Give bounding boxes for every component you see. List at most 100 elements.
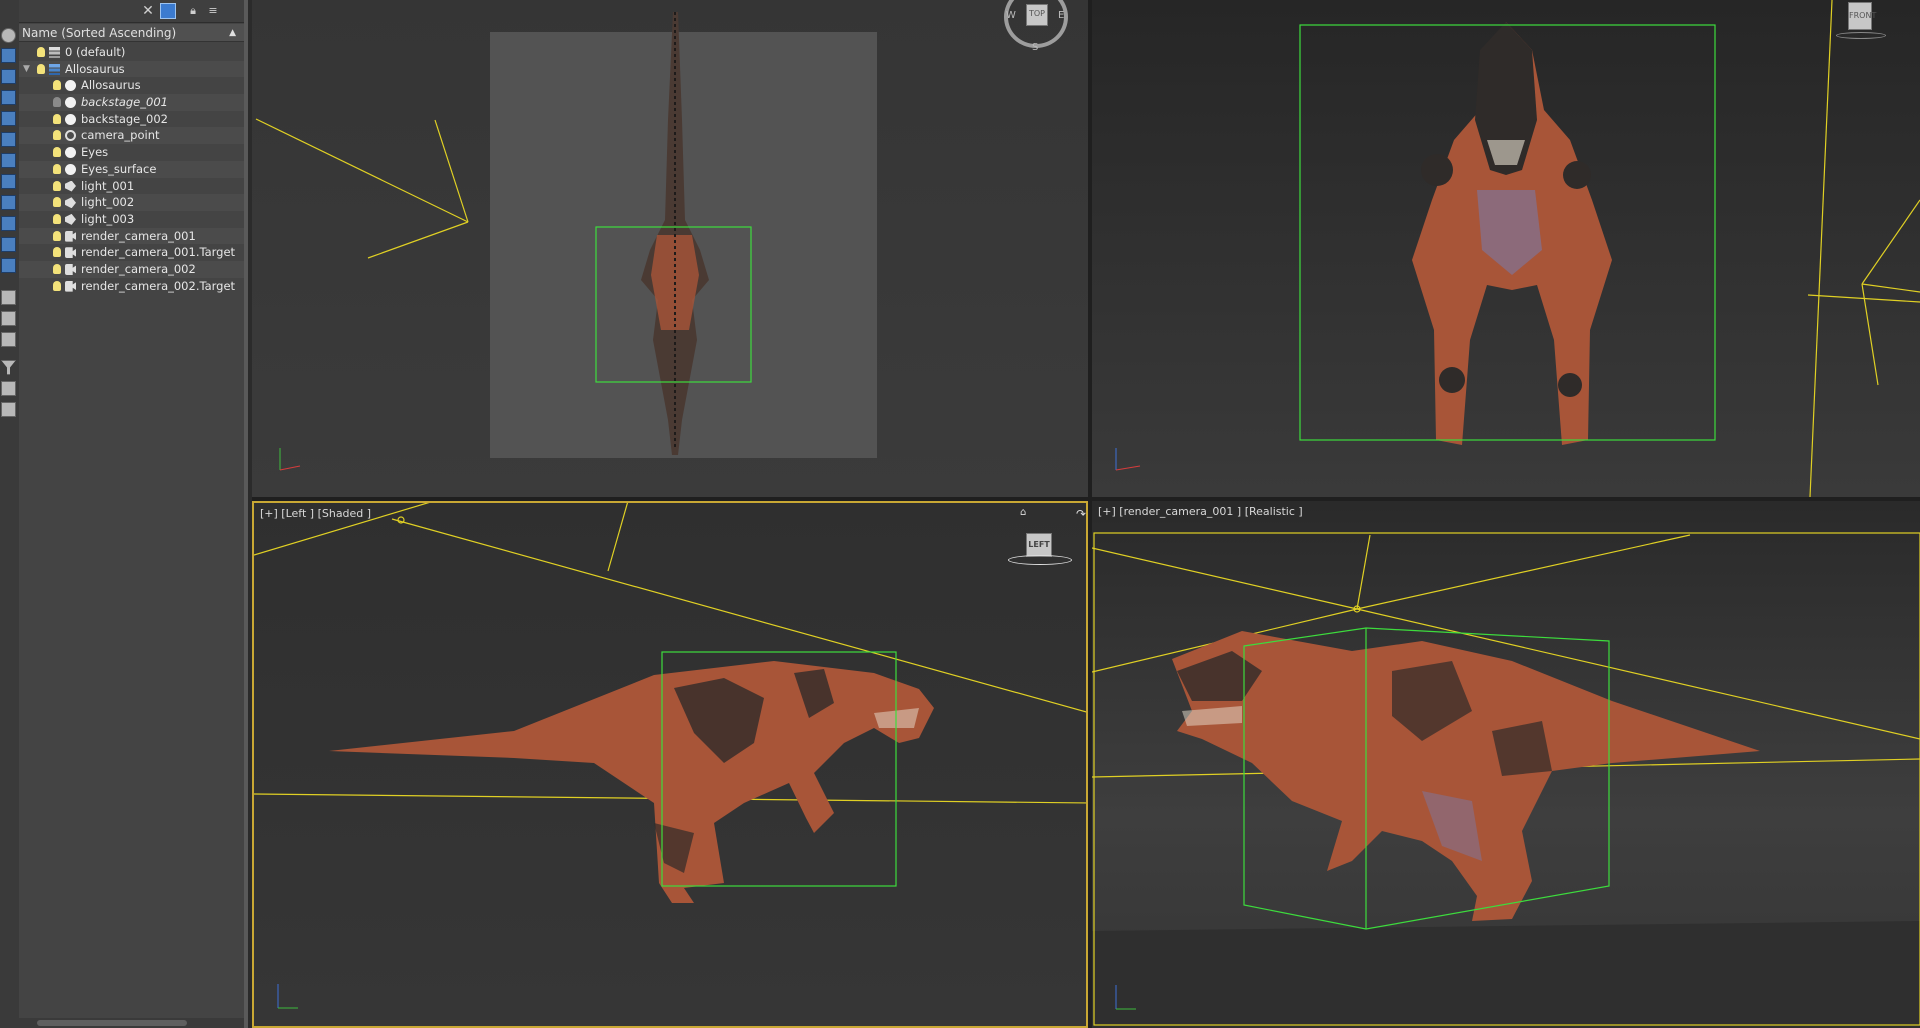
sphere-icon [65, 80, 76, 92]
viewport-divider-horizontal-left[interactable] [252, 497, 1088, 501]
list-item-label: Eyes_surface [81, 161, 157, 176]
list-item[interactable]: render_camera_001 [19, 227, 244, 245]
display-none-grey-icon[interactable] [1, 311, 16, 326]
layers-options-icon[interactable]: ≡ [204, 2, 222, 20]
list-item[interactable]: camera_point [19, 127, 244, 145]
display-xrefs-icon[interactable] [1, 216, 16, 231]
display-all-icon[interactable] [1, 290, 16, 305]
explorer-tree: 0 (default) ▼ Allosaurus Allosaurus backstag… [19, 44, 244, 294]
filter-icon[interactable] [1, 360, 16, 375]
close-icon[interactable]: ✕ [139, 2, 157, 20]
list-item[interactable]: render_camera_002 [19, 260, 244, 278]
list-item-label: backstage_001 [81, 95, 168, 110]
display-lights-icon[interactable] [1, 111, 16, 126]
list-item[interactable]: render_camera_001.Target [19, 244, 244, 261]
list-item-label: light_003 [81, 211, 135, 226]
lightbulb-visibility-icon[interactable] [53, 230, 61, 241]
list-item[interactable]: Eyes_surface [19, 160, 244, 178]
list-item[interactable]: light_001 [19, 178, 244, 195]
viewport-label-left[interactable]: [+] [Left ] [Shaded ] [260, 507, 371, 520]
lightbulb-visibility-icon[interactable] [53, 213, 61, 224]
list-item-label: Allosaurus [81, 78, 141, 93]
camera-icon [65, 280, 76, 292]
viewcube-face-front[interactable]: FRONT [1848, 2, 1876, 30]
display-groups-icon[interactable] [1, 195, 16, 210]
column-header-name[interactable]: Name (Sorted Ascending) ▲ [19, 24, 244, 42]
front-view-scene [1115, 0, 1920, 497]
lightbulb-visibility-icon[interactable] [53, 197, 61, 208]
display-none-icon[interactable] [1, 48, 16, 63]
hierarchy-icon[interactable] [1, 381, 16, 396]
list-item-label: 0 (default) [65, 45, 126, 59]
select-objects-icon[interactable] [1, 28, 16, 43]
list-item-label: render_camera_002.Target [81, 278, 236, 293]
list-item[interactable]: backstage_001 [19, 94, 244, 111]
list-item[interactable]: ▼ Allosaurus [19, 60, 244, 78]
dinosaur-side-left [329, 661, 934, 903]
lightbulb-visibility-icon[interactable] [53, 113, 61, 124]
display-helpers-icon[interactable] [1, 153, 16, 168]
lightbulb-visibility-icon[interactable] [53, 147, 61, 158]
sphere-icon [65, 97, 76, 109]
lightbulb-visibility-icon[interactable] [53, 247, 61, 258]
lightbulb-visibility-icon[interactable] [53, 263, 61, 274]
list-item-label: Allosaurus [65, 61, 125, 76]
viewcube-face-top[interactable]: TOP [1026, 4, 1048, 26]
expand-icon[interactable]: ▼ [23, 61, 30, 78]
horizontal-scrollbar[interactable] [19, 1018, 244, 1028]
lightbulb-visibility-icon[interactable] [37, 63, 45, 74]
sort-ascending-icon: ▲ [229, 28, 236, 38]
list-item[interactable]: 0 (default) [19, 44, 244, 61]
display-bones-icon[interactable] [1, 237, 16, 252]
list-item[interactable]: backstage_002 [19, 111, 244, 128]
display-geometry-icon[interactable] [1, 69, 16, 84]
sphere-icon [65, 163, 76, 175]
select-mode-icon[interactable] [160, 3, 176, 19]
viewcube-face-left[interactable]: LEFT [1026, 533, 1052, 557]
compass-e-label: E [1058, 10, 1065, 21]
lightbulb-visibility-icon[interactable] [53, 130, 61, 141]
viewport-left[interactable]: [+] [Left ] [Shaded ] LEFT ⌂ ↷ [252, 501, 1088, 1028]
display-containers-icon[interactable] [1, 258, 16, 273]
list-item[interactable]: Allosaurus [19, 77, 244, 94]
list-item[interactable]: render_camera_002.Target [19, 278, 244, 295]
lightbulb-visibility-icon[interactable] [53, 80, 61, 91]
viewport-divider-horizontal-right[interactable] [1092, 497, 1920, 501]
viewport-label-camera[interactable]: [+] [render_camera_001 ] [Realistic ] [1098, 505, 1303, 518]
list-item-label: Eyes [81, 145, 109, 160]
light-gizmo [255, 118, 469, 259]
display-spacewarps-icon[interactable] [1, 174, 16, 189]
list-item[interactable]: light_003 [19, 211, 244, 228]
display-shapes-icon[interactable] [1, 90, 16, 105]
lightbulb-visibility-icon[interactable] [53, 163, 61, 174]
lock-icon[interactable]: 🔒︎ [184, 2, 202, 20]
lightbulb-visibility-icon[interactable] [53, 180, 61, 191]
lightbulb-visibility-icon[interactable] [37, 47, 45, 57]
list-item[interactable]: light_002 [19, 194, 244, 211]
list-item[interactable]: Eyes [19, 144, 244, 161]
camera-icon [65, 230, 76, 242]
light-icon [65, 180, 76, 192]
dinosaur-front [1412, 22, 1612, 445]
invert-display-icon[interactable] [1, 332, 16, 347]
viewport-camera[interactable]: [+] [render_camera_001 ] [Realistic ] [1092, 501, 1920, 1028]
rotate-icon[interactable]: ↷ [1076, 507, 1086, 521]
command-icon-strip [0, 0, 20, 1028]
left-view-scene [254, 503, 1086, 1009]
display-cameras-icon[interactable] [1, 132, 16, 147]
find-icon[interactable] [1, 402, 16, 417]
list-item-label: render_camera_001.Target [81, 245, 236, 260]
home-icon[interactable]: ⌂ [1020, 507, 1026, 518]
compass-w-label: W [1006, 10, 1016, 21]
camera-icon [65, 247, 76, 259]
viewport-top[interactable]: TOP W E S [252, 0, 1088, 497]
lightbulb-visibility-icon[interactable] [53, 97, 61, 108]
scrollbar-thumb[interactable] [37, 1020, 187, 1026]
axis-tripod-top [279, 448, 301, 471]
viewport-front[interactable]: FRONT [1092, 0, 1920, 497]
layer-icon [49, 47, 60, 58]
viewport-divider-vertical[interactable] [1088, 0, 1092, 1028]
lightbulb-visibility-icon[interactable] [53, 280, 61, 291]
scene-explorer: ✕ 🔒︎ ≡ Name (Sorted Ascending) ▲ 0 (defa… [19, 0, 248, 1028]
light-icon [65, 213, 76, 225]
